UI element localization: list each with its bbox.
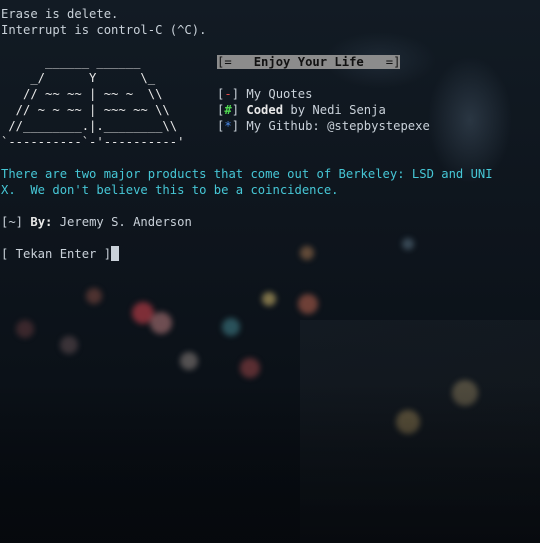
menu-item-label-bold: Coded [246,103,284,117]
banner-title: Enjoy Your Life [253,55,364,69]
ascii-book-row-4: // ~ ~ ~~ | ~~~ ~~ \\ [1,103,170,117]
banner-open: [= [217,55,232,69]
author-name: Jeremy S. Anderson [59,215,192,229]
quote-text-line-2: X. We don't believe this to be a coincid… [1,183,339,197]
menu-item-quotes: [-] My Quotes [217,87,313,101]
terminal-window[interactable]: Erase is delete. Interrupt is control-C … [0,0,540,543]
banner: [= Enjoy Your Life =] [217,54,401,70]
menu-item-label: by Nedi Senja [290,103,386,117]
login-message-2: Interrupt is control-C (^C). [1,23,207,37]
ascii-book-row-5: //________.|.________\\ [1,119,178,133]
dash-icon: - [224,87,232,101]
hash-icon: # [224,103,232,117]
menu-item-label: My Github: @stepbystepexe [246,119,430,133]
asterisk-icon: * [224,119,232,133]
ascii-book-row-2: _/ Y \_ [1,71,156,85]
author-label: By: [30,215,53,229]
ascii-book-row-3: // ~~ ~~ | ~~ ~ \\ [1,87,163,101]
menu-item-coded: [#] Coded by Nedi Senja [217,103,386,117]
ascii-book-row-6: `----------`-'----------' [1,135,185,149]
quote-text-line-1: There are two major products that come o… [1,167,493,181]
banner-close: =] [385,55,401,69]
tilde-icon: [~] [1,215,24,229]
ascii-book-row-1: ______ ______ [1,55,141,69]
quote-author: [~] By: Jeremy S. Anderson [1,214,192,230]
enter-prompt[interactable]: [ Tekan Enter ] [1,246,120,262]
text-cursor [111,246,120,261]
enter-prompt-label: [ Tekan Enter ] [1,247,112,261]
menu-item-github: [*] My Github: @stepbystepexe [217,119,430,133]
login-message-1: Erase is delete. [1,7,119,21]
menu-item-label: My Quotes [246,87,313,101]
